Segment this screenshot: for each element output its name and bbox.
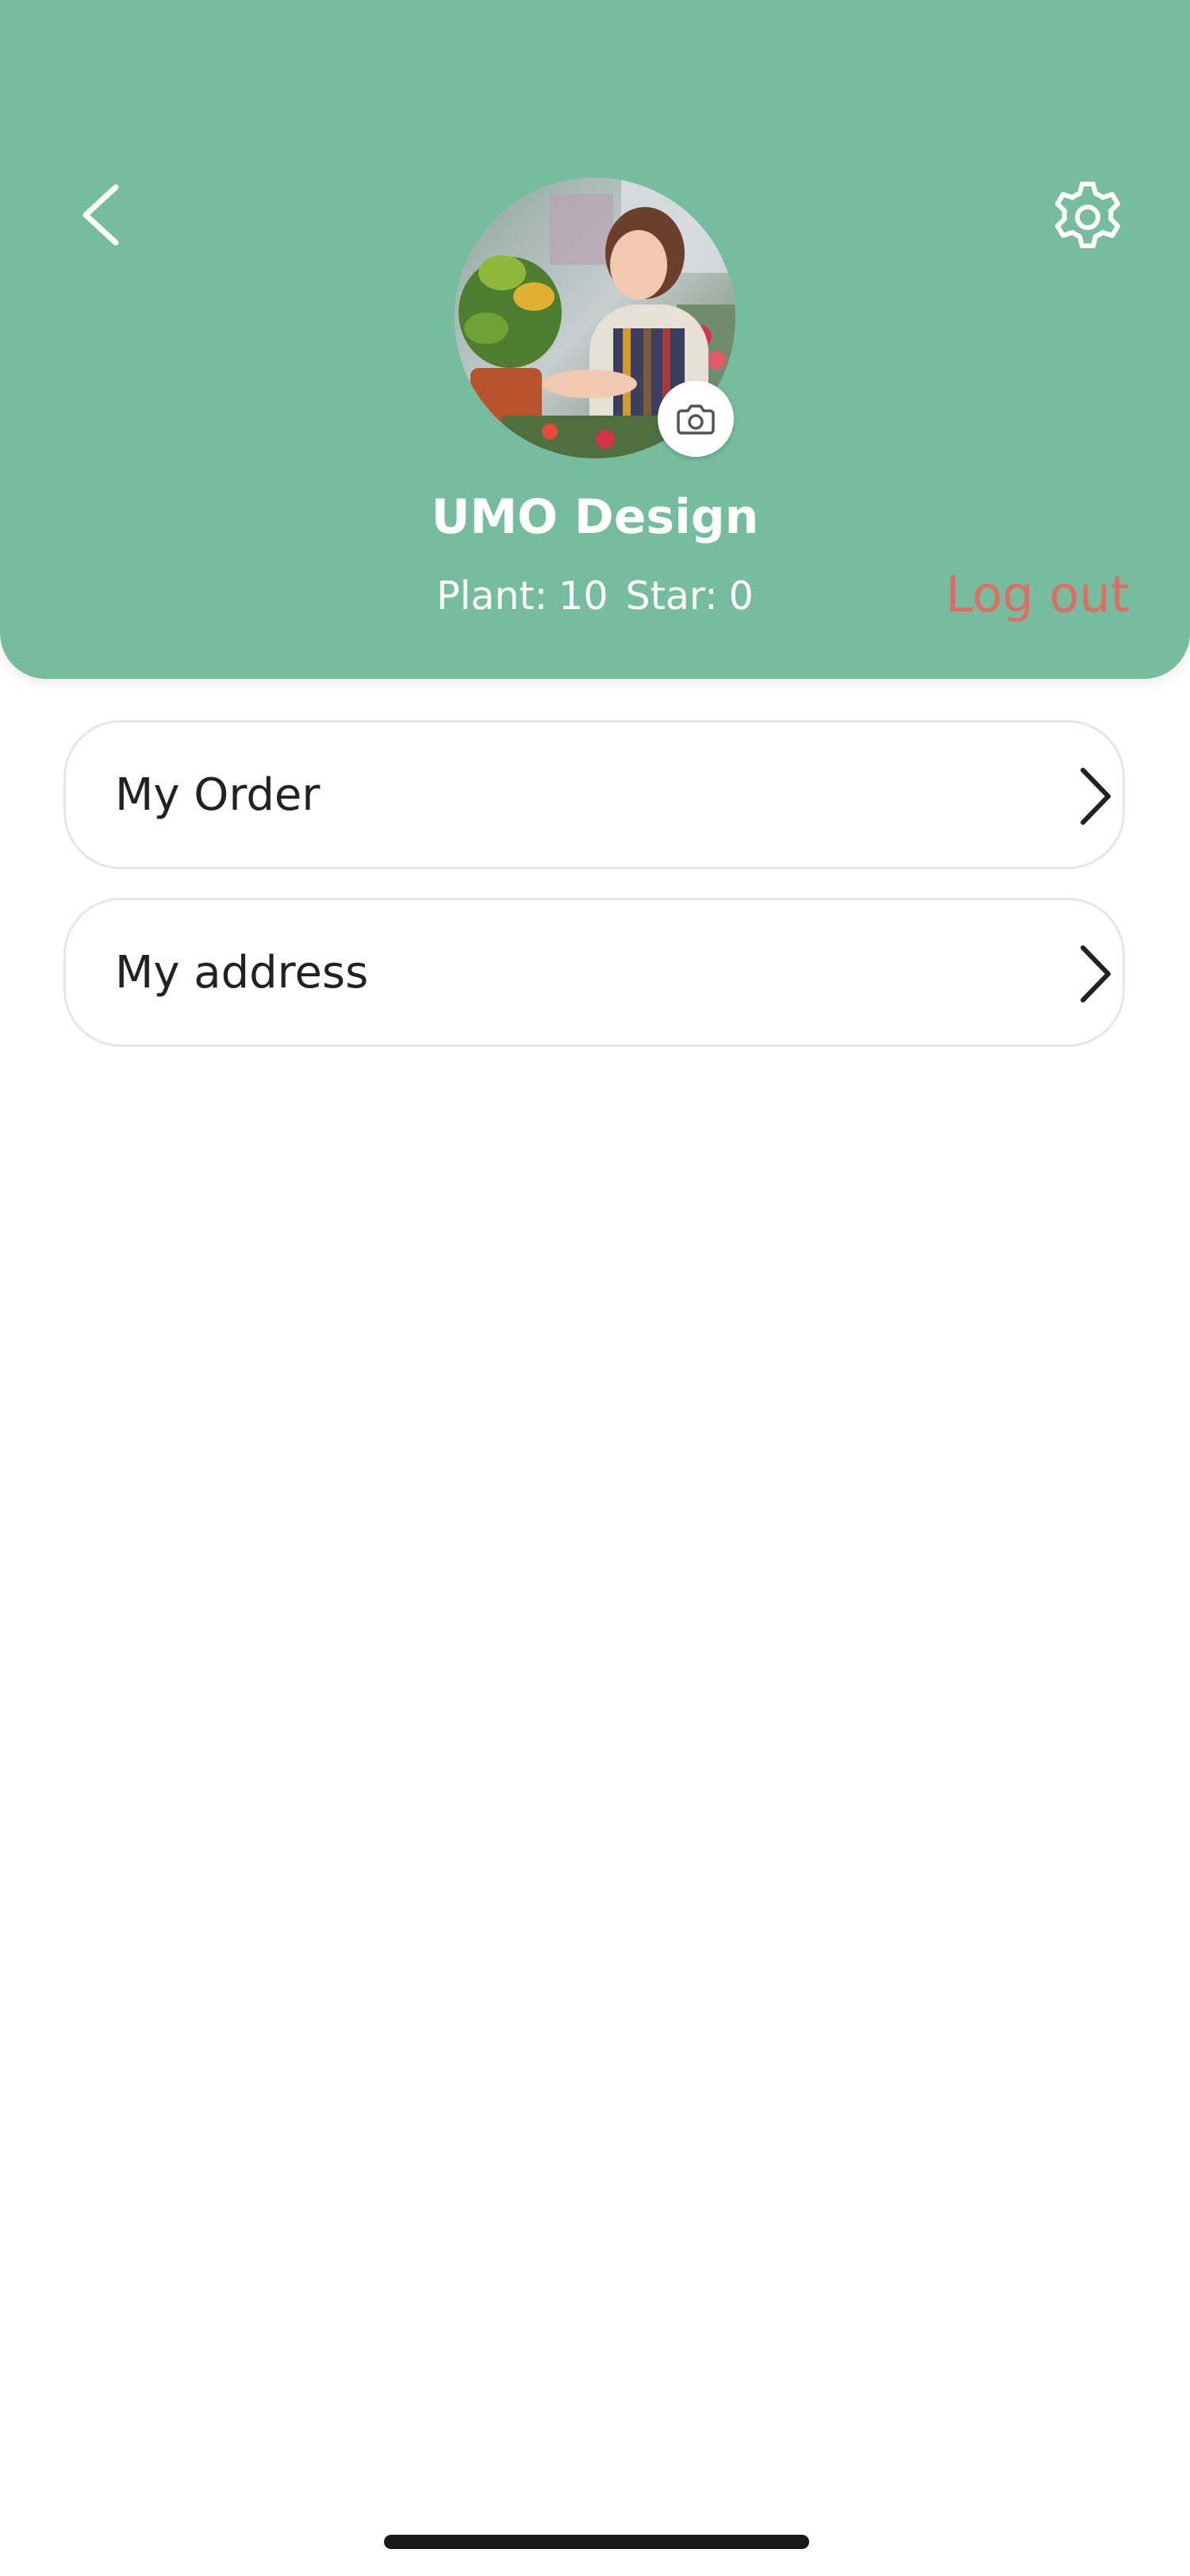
camera-icon — [677, 404, 715, 435]
chevron-left-icon — [83, 184, 119, 246]
gear-icon — [1055, 182, 1120, 248]
menu-item-label: My address — [115, 947, 369, 999]
profile-screen: UMO Design Plant: 10 Star: 0 Log out My … — [0, 0, 1190, 2576]
avatar-container — [455, 178, 735, 458]
change-photo-button[interactable] — [658, 381, 734, 457]
star-stat-label: Star: — [625, 573, 718, 619]
back-button[interactable] — [73, 179, 129, 251]
profile-header: UMO Design Plant: 10 Star: 0 Log out — [0, 0, 1190, 679]
user-stats: Plant: 10 Star: 0 — [413, 565, 777, 628]
chevron-right-icon — [1075, 941, 1115, 1006]
star-stat: Star: 0 — [626, 565, 754, 628]
plant-stat: Plant: 10 — [436, 565, 608, 628]
menu-item-label: My Order — [115, 769, 321, 821]
settings-button[interactable] — [1050, 179, 1126, 255]
plant-stat-label: Plant: — [436, 573, 548, 619]
menu-item-my-address[interactable]: My address — [63, 898, 1125, 1047]
user-name: UMO Design — [431, 489, 759, 545]
menu-item-my-order[interactable]: My Order — [63, 720, 1125, 869]
chevron-right-icon — [1075, 764, 1115, 829]
star-stat-value: 0 — [728, 573, 754, 619]
home-indicator[interactable] — [384, 2535, 809, 2549]
plant-stat-value: 10 — [559, 573, 608, 619]
logout-button[interactable]: Log out — [946, 560, 1130, 630]
